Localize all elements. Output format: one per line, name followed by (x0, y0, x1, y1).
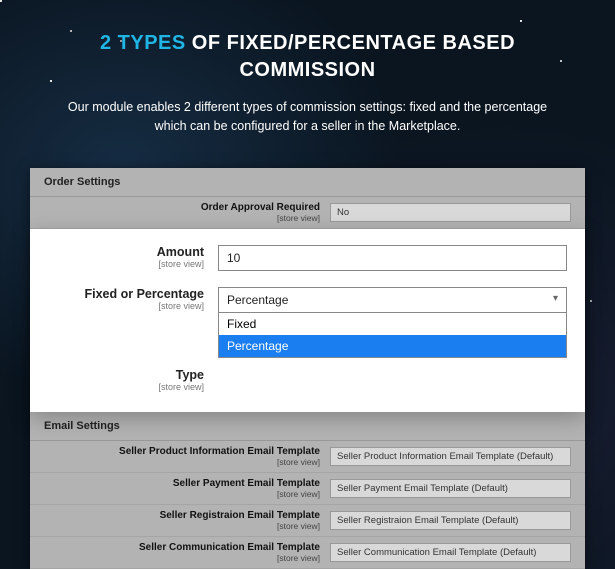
option-percentage[interactable]: Percentage (219, 335, 566, 357)
order-settings-heading: Order Settings (30, 168, 585, 197)
hero-title: 2 TYPES OF FIXED/PERCENTAGE BASED COMMIS… (60, 30, 555, 84)
email-template-select[interactable]: Seller Product Information Email Templat… (330, 447, 571, 466)
email-template-label: Seller Registraion Email Template[store … (30, 510, 330, 531)
email-template-row: Seller Payment Email Template[store view… (30, 473, 585, 505)
email-settings-heading: Email Settings (30, 412, 585, 441)
select-current-value[interactable]: Percentage (218, 287, 567, 313)
select-dropdown-list: Fixed Percentage (218, 313, 567, 358)
email-template-row: Seller Communication Email Template[stor… (30, 537, 585, 569)
email-template-label: Seller Communication Email Template[stor… (30, 542, 330, 563)
order-approval-select[interactable]: No (330, 203, 571, 222)
amount-row: Amount [store view] 10 (30, 237, 585, 279)
email-template-row: Seller Registraion Email Template[store … (30, 505, 585, 537)
amount-label: Amount [store view] (38, 245, 218, 269)
fixed-or-percentage-label: Fixed or Percentage [store view] (38, 287, 218, 311)
hero-title-rest: OF FIXED/PERCENTAGE BASED COMMISSION (186, 32, 515, 81)
order-approval-row: Order Approval Required [store view] No (30, 197, 585, 229)
option-fixed[interactable]: Fixed (219, 313, 566, 335)
fixed-or-percentage-row: Fixed or Percentage [store view] Percent… (30, 279, 585, 366)
hero-title-accent: 2 TYPES (100, 32, 186, 54)
hero-subtitle: Our module enables 2 different types of … (60, 98, 555, 136)
email-template-select[interactable]: Seller Payment Email Template (Default) (330, 479, 571, 498)
amount-input[interactable]: 10 (218, 245, 567, 271)
type-label: Type [store view] (38, 368, 218, 392)
email-template-row: Seller Product Information Email Templat… (30, 441, 585, 473)
commission-inset: Amount [store view] 10 Fixed or Percenta… (30, 229, 585, 412)
order-approval-label: Order Approval Required [store view] (30, 202, 330, 223)
fixed-or-percentage-select[interactable]: Percentage Fixed Percentage (218, 287, 567, 358)
email-template-select[interactable]: Seller Communication Email Template (Def… (330, 543, 571, 562)
settings-panel: Order Settings Order Approval Required [… (30, 168, 585, 569)
type-row: Type [store view] (30, 366, 585, 400)
email-template-select[interactable]: Seller Registraion Email Template (Defau… (330, 511, 571, 530)
email-template-label: Seller Product Information Email Templat… (30, 446, 330, 467)
hero-header: 2 TYPES OF FIXED/PERCENTAGE BASED COMMIS… (0, 0, 615, 156)
email-template-label: Seller Payment Email Template[store view… (30, 478, 330, 499)
